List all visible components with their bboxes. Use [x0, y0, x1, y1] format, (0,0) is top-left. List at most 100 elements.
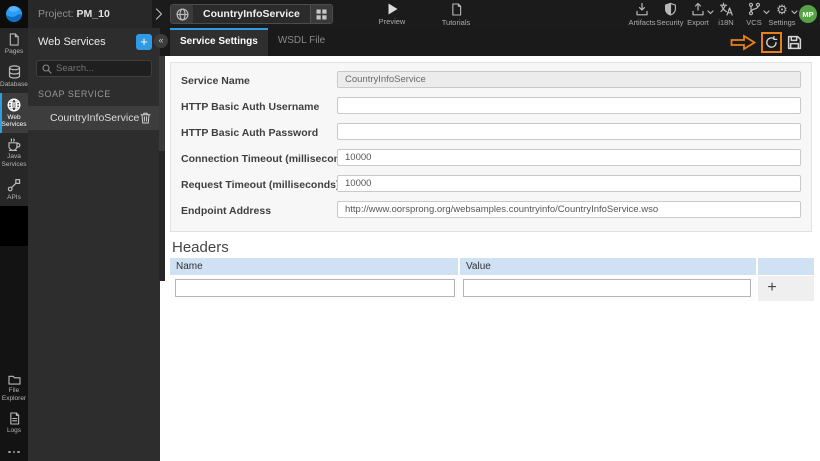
- sidebar-item-label: APIs: [7, 193, 21, 201]
- menu-label: Export: [687, 18, 709, 27]
- form-row: HTTP Basic Auth Username: [171, 94, 811, 120]
- form-row: HTTP Basic Auth Password: [171, 120, 811, 146]
- headers-section-title: Headers: [172, 239, 229, 256]
- search-input[interactable]: [56, 63, 146, 74]
- sidebar-item-file-explorer[interactable]: File Explorer: [0, 369, 28, 407]
- trash-icon[interactable]: [140, 112, 151, 124]
- tutorials-button[interactable]: Tutorials: [430, 3, 482, 27]
- log-file-icon: [9, 412, 19, 425]
- web-services-panel: Web Services + « SOAP SERVICE CountryInf…: [28, 28, 168, 461]
- tab-service-settings[interactable]: Service Settings: [170, 28, 268, 56]
- endpoint-address-field[interactable]: [337, 201, 801, 218]
- field-label: Service Name: [181, 75, 250, 87]
- breadcrumb-chevron-icon: [155, 8, 163, 20]
- form-row: Request Timeout (milliseconds): [171, 172, 811, 198]
- project-label: Project: PM_10: [28, 0, 152, 28]
- sidebar-item-label: Pages: [4, 48, 24, 55]
- panel-header: Web Services +: [28, 28, 160, 52]
- sidebar-item-label: Java Services: [1, 153, 27, 168]
- annotation-arrow: [730, 33, 756, 51]
- header-name-input[interactable]: [175, 279, 455, 297]
- header-value-input[interactable]: [463, 279, 751, 297]
- menu-label: Artifacts: [628, 18, 656, 27]
- sidebar-top-group: Pages Databases Web Services Java Servic…: [0, 28, 32, 206]
- project-prefix: Project:: [38, 8, 74, 20]
- menu-export[interactable]: Export: [684, 2, 714, 27]
- sidebar-bottom-group: File Explorer Logs: [0, 369, 28, 457]
- menu-settings[interactable]: ⚙ Settings: [768, 1, 798, 27]
- branch-icon: [747, 2, 761, 16]
- document-icon: [451, 3, 461, 16]
- request-timeout-field[interactable]: [337, 175, 801, 192]
- table-row: +: [170, 276, 814, 301]
- sidebar-item-apis[interactable]: APIs: [0, 173, 28, 206]
- user-avatar[interactable]: MP: [799, 5, 817, 23]
- field-label: Endpoint Address: [181, 205, 272, 217]
- header-value-cell: [460, 276, 758, 301]
- sidebar-item-pages[interactable]: Pages: [0, 28, 28, 60]
- sidebar-item-logs[interactable]: Logs: [0, 407, 28, 439]
- field-label: HTTP Basic Auth Password: [181, 127, 319, 139]
- tutorials-label: Tutorials: [441, 18, 471, 27]
- panel-title: Web Services: [38, 36, 106, 48]
- reload-icon[interactable]: [765, 35, 778, 49]
- main-content: Service Settings WSDL File Service Name: [160, 28, 820, 461]
- globe-icon: [7, 98, 21, 112]
- tab-actions: [730, 31, 802, 53]
- download-tray-icon: [635, 2, 649, 16]
- http-basic-auth-password-field[interactable]: [337, 123, 801, 140]
- app-logo[interactable]: [0, 0, 28, 28]
- preview-button[interactable]: Preview: [366, 3, 418, 26]
- service-search: [36, 60, 152, 77]
- breadcrumb-service-name: CountryInfoService: [203, 8, 300, 20]
- left-sidebar: Pages Databases Web Services Java Servic…: [0, 28, 32, 461]
- page-icon: [9, 33, 19, 46]
- menu-i18n[interactable]: i18N: [712, 2, 740, 27]
- headers-table: Name Value +: [170, 258, 814, 301]
- menu-label: VCS: [746, 18, 762, 27]
- service-settings-form: Service Name HTTP Basic Auth Username HT…: [170, 62, 812, 232]
- tab-wsdl-file[interactable]: WSDL File: [268, 28, 335, 56]
- tab-bar: Service Settings WSDL File: [160, 28, 820, 56]
- menu-security[interactable]: Security: [656, 2, 684, 27]
- add-header-row-button[interactable]: +: [762, 278, 782, 298]
- search-icon: [42, 63, 52, 74]
- project-name: PM_10: [76, 8, 110, 20]
- database-icon: [8, 65, 20, 79]
- collapse-panel-button[interactable]: «: [154, 34, 168, 48]
- sidebar-item-label: Logs: [6, 426, 22, 434]
- sidebar-item-databases[interactable]: Databases: [0, 60, 32, 93]
- play-icon: [388, 3, 397, 15]
- wavemaker-logo-icon: [6, 6, 22, 23]
- sidebar-item-java-services[interactable]: Java Services: [0, 133, 28, 173]
- translate-icon: [719, 2, 733, 16]
- sidebar-divider: [0, 205, 28, 246]
- sidebar-item-label: File Explorer: [1, 387, 27, 402]
- sidebar-item-web-services[interactable]: Web Services: [0, 92, 28, 134]
- coffee-icon: [8, 138, 21, 152]
- connection-timeout-field[interactable]: [337, 149, 801, 166]
- service-switcher-grid-icon[interactable]: [309, 5, 332, 23]
- menu-artifacts[interactable]: Artifacts: [628, 2, 656, 27]
- form-row: Service Name: [171, 68, 811, 94]
- http-basic-auth-username-field[interactable]: [337, 97, 801, 114]
- column-header-name: Name: [170, 258, 460, 275]
- scrollbar-thumb[interactable]: [159, 56, 165, 151]
- folder-icon: [7, 375, 21, 385]
- add-service-button[interactable]: +: [136, 34, 152, 50]
- breadcrumb[interactable]: CountryInfoService: [170, 4, 333, 24]
- panel-scrollbar[interactable]: [159, 56, 165, 281]
- more-options-ellipsis-icon[interactable]: [0, 439, 28, 458]
- gear-icon: ⚙: [776, 1, 788, 17]
- column-header-action: [758, 258, 814, 275]
- headers-table-header: Name Value: [170, 258, 814, 275]
- annotation-highlight-box: [761, 31, 782, 53]
- save-button[interactable]: [787, 35, 802, 50]
- menu-label: Security: [656, 18, 684, 27]
- menu-vcs[interactable]: VCS: [740, 2, 770, 27]
- chevron-down-icon: [791, 10, 798, 15]
- service-name: CountryInfoService: [50, 112, 140, 124]
- service-list-item[interactable]: CountryInfoService: [28, 106, 160, 130]
- header-name-cell: [170, 276, 460, 301]
- sidebar-item-label: Databases: [0, 80, 32, 88]
